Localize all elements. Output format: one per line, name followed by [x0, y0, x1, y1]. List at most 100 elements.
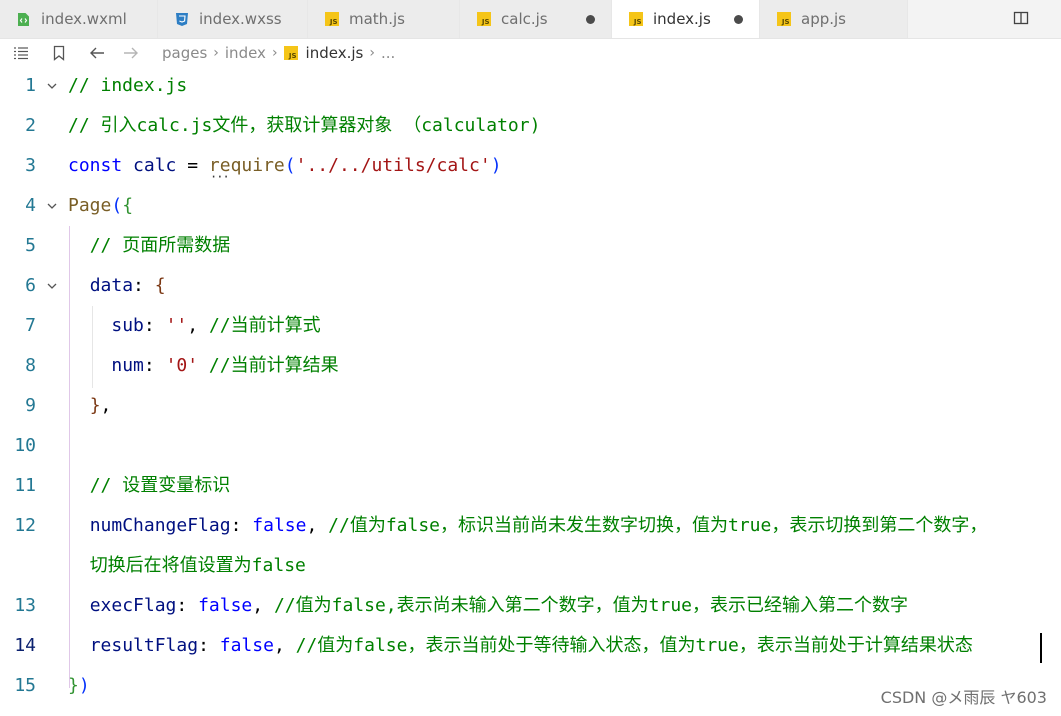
tab-calc-js[interactable]: JS calc.js — [460, 0, 612, 38]
code-token: const — [68, 155, 134, 176]
code-token: //值为false，标识当前尚未发生数字切换，值为true，表示切换到第二个数字… — [328, 515, 988, 536]
code-token: ( — [284, 155, 296, 176]
wxml-file-icon — [16, 12, 31, 27]
line-number: 10 — [14, 435, 36, 456]
code-line[interactable]: 9 }, — [0, 388, 1061, 428]
tab-label: index.js — [653, 10, 711, 28]
code-line[interactable]: 5 // 页面所需数据 — [0, 228, 1061, 268]
code-token: // 引入calc.js文件，获取计算器对象 （calculator) — [68, 115, 541, 136]
tab-label: calc.js — [501, 10, 548, 28]
code-token: : — [230, 515, 253, 536]
code-text: // 页面所需数据 — [68, 228, 231, 264]
code-text: execFlag: false, //值为false,表示尚未输入第二个数字，值… — [68, 588, 908, 624]
code-line[interactable]: 2 // 引入calc.js文件，获取计算器对象 （calculator) — [0, 108, 1061, 148]
code-line[interactable]: 4 Page({ — [0, 188, 1061, 228]
code-token: : — [143, 315, 166, 336]
code-token: } — [89, 395, 101, 416]
code-token: // 页面所需数据 — [89, 235, 231, 256]
css-file-icon — [174, 12, 189, 27]
code-line[interactable]: 8 num: '0' //当前计算结果 — [0, 348, 1061, 388]
tab-label: app.js — [801, 10, 846, 28]
tab-bar: index.wxml index.wxss JS math.js JS calc.js JS… — [0, 0, 1061, 39]
code-text: num: '0' //当前计算结果 — [68, 348, 338, 384]
breadcrumb-more[interactable]: ... — [381, 44, 395, 62]
breadcrumb-pages[interactable]: pages — [162, 44, 207, 62]
breadcrumb-file-label: index.js — [305, 44, 364, 62]
code-line[interactable]: 14 resultFlag: false, //值为false，表示当前处于等待… — [0, 628, 1061, 668]
code-token: false — [219, 635, 274, 656]
code-line[interactable]: 13 execFlag: false, //值为false,表示尚未输入第二个数… — [0, 588, 1061, 628]
line-number: 11 — [14, 475, 36, 496]
code-line[interactable]: 7 sub: '', //当前计算式 — [0, 308, 1061, 348]
code-token: , — [273, 635, 296, 656]
code-token: { — [154, 275, 166, 296]
code-token: } — [68, 675, 79, 696]
code-text: sub: '', //当前计算式 — [68, 308, 320, 344]
unsaved-dot-icon[interactable] — [734, 15, 743, 24]
unsaved-dot-icon[interactable] — [586, 15, 595, 24]
code-line[interactable]: 11 // 设置变量标识 — [0, 468, 1061, 508]
tab-label: math.js — [349, 10, 405, 28]
code-token: // index.js — [68, 75, 188, 96]
line-number: 12 — [14, 515, 36, 536]
code-token: numChangeFlag — [89, 515, 231, 536]
list-icon[interactable] — [12, 44, 30, 62]
back-arrow-icon[interactable] — [88, 44, 106, 62]
js-file-icon: JS — [324, 12, 339, 27]
code-line[interactable]: 切换后在将值设置为false — [0, 548, 1061, 588]
code-token: ( — [111, 195, 123, 216]
breadcrumb-separator: › — [369, 45, 375, 61]
code-token: : — [133, 275, 155, 296]
tab-index-wxml[interactable]: index.wxml — [0, 0, 158, 38]
js-file-icon: JS — [476, 12, 491, 27]
code-token: 切换后在将值设置为false — [89, 555, 306, 576]
js-badge: JS — [776, 12, 791, 26]
code-token: false — [252, 515, 307, 536]
forward-arrow-icon[interactable] — [122, 44, 140, 62]
watermark: CSDN @メ雨辰 ヤ603 — [880, 688, 1047, 707]
code-editor[interactable]: 1 // index.js 2 // 引入calc.js文件，获取计算器对象 （cal… — [0, 68, 1061, 716]
split-editor-icon[interactable] — [1013, 10, 1029, 26]
code-text: Page({ — [68, 188, 133, 224]
tab-math-js[interactable]: JS math.js — [308, 0, 460, 38]
code-text: data: { — [68, 268, 166, 304]
line-number: 7 — [25, 315, 36, 336]
fold-chevron-icon[interactable] — [46, 77, 58, 89]
tab-app-js[interactable]: JS app.js — [760, 0, 908, 38]
code-token: // 设置变量标识 — [89, 475, 231, 496]
code-token: , — [306, 515, 329, 536]
fold-chevron-icon[interactable] — [46, 277, 58, 289]
fold-chevron-icon[interactable] — [46, 197, 58, 209]
breadcrumb-file[interactable]: JS index.js — [283, 44, 364, 62]
line-number: 15 — [14, 675, 36, 696]
code-token: //值为false，表示当前处于等待输入状态，值为true，表示当前处于计算结果… — [295, 635, 973, 656]
line-number: 8 — [25, 355, 36, 376]
code-token: '../../utils/calc' — [295, 155, 491, 176]
code-line[interactable]: 3 const calc = require('../../utils/calc'… — [0, 148, 1061, 188]
tab-index-wxss[interactable]: index.wxss — [158, 0, 308, 38]
js-badge: JS — [628, 12, 643, 26]
breadcrumb-index[interactable]: index — [225, 44, 266, 62]
code-line[interactable]: 12 numChangeFlag: false, //值为false，标识当前尚… — [0, 508, 1061, 548]
code-token: , — [100, 395, 112, 416]
code-line[interactable]: 6 data: { — [0, 268, 1061, 308]
code-line[interactable]: 10 — [0, 428, 1061, 468]
js-badge: JS — [324, 12, 339, 26]
bookmark-icon[interactable] — [50, 44, 68, 62]
tab-index-js[interactable]: JS index.js — [612, 0, 760, 38]
line-number: 5 — [25, 235, 36, 256]
code-token: data — [89, 275, 134, 296]
code-token: calc — [133, 155, 177, 176]
js-file-icon: JS — [628, 12, 643, 27]
code-token: resultFlag — [89, 635, 199, 656]
code-line[interactable]: 1 // index.js — [0, 68, 1061, 108]
